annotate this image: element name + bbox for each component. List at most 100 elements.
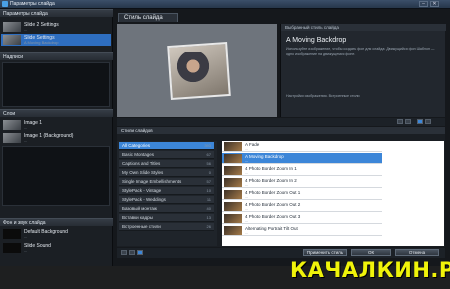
style-thumbnail — [224, 202, 242, 211]
slide-row-selected[interactable]: Slide Settings A Moving Backdrop — [1, 34, 111, 46]
category-label: All Categories — [122, 143, 151, 148]
layer-row[interactable]: Image 1 (Background) ... — [1, 132, 111, 144]
style-thumbnail — [224, 190, 242, 199]
layer-sub: ... — [24, 125, 28, 130]
style-sub: ... — [245, 159, 248, 163]
cancel-button[interactable]: Отмена — [395, 249, 439, 256]
preview-toolbar — [117, 118, 445, 126]
style-row[interactable]: A Fade... — [222, 141, 382, 152]
category-count: 13 — [206, 215, 211, 220]
category-count: 0 — [208, 170, 211, 175]
play-icon[interactable] — [405, 119, 411, 124]
category-list[interactable]: All Categories 393 Basic Montages 67 Caption… — [117, 141, 217, 246]
style-info-panel: Выбранный стиль слайда A Moving Backdrop… — [280, 24, 446, 117]
stop-icon[interactable] — [137, 250, 143, 255]
category-item[interactable]: All Categories 393 — [119, 142, 214, 150]
audio-title: Slide Sound — [24, 243, 51, 249]
style-title: 4 Photo Border Zoom Out 1 — [245, 190, 301, 195]
category-count: 67 — [206, 152, 211, 157]
category-item[interactable]: My Own Slide Styles 0 — [119, 169, 214, 177]
slide-title: Slide 2 Settings — [24, 22, 59, 28]
style-row[interactable]: 4 Photo Border Zoom In 2... — [222, 177, 382, 188]
style-row[interactable]: 4 Photo Border Zoom Out 2... — [222, 201, 382, 212]
slide-thumbnail — [3, 35, 21, 45]
bottom-bar: Применить стиль ОК Отмена — [117, 248, 445, 258]
layer-thumbnail — [3, 120, 21, 130]
play-icon[interactable] — [129, 250, 135, 255]
apply-style-button[interactable]: Применить стиль — [303, 249, 347, 256]
category-item[interactable]: Встроенные стили 26 — [119, 223, 214, 231]
style-row[interactable]: Alternating Portrait Tilt Out... — [222, 225, 382, 236]
category-label: Встроенные стили — [122, 224, 161, 229]
slide-sub: A Moving Backdrop — [24, 40, 59, 45]
style-title: 4 Photo Border Zoom Out 2 — [245, 202, 301, 207]
category-label: StylePack - Vintage — [122, 188, 162, 193]
style-title: A Moving Backdrop — [245, 154, 284, 159]
audio-row[interactable]: Default Background ... — [1, 228, 111, 240]
category-item[interactable]: StylePack - Weddings 11 — [119, 196, 214, 204]
category-count: 56 — [206, 161, 211, 166]
ok-button[interactable]: ОК — [351, 249, 391, 256]
category-label: Вставки кадры — [122, 215, 153, 220]
watermark: КАЧАЛКИН.РУ — [290, 258, 450, 282]
app-icon — [2, 1, 8, 7]
section-header-slide-params: Параметры слайда — [0, 9, 113, 17]
style-row[interactable]: 4 Photo Border Zoom Out 1... — [222, 189, 382, 200]
style-note: Настройки изображения. Встроенные стили — [286, 94, 360, 98]
section-header-captions: Надписи — [0, 52, 113, 60]
style-thumbnail — [224, 166, 242, 175]
category-label: Single Image Embellishments — [122, 179, 182, 184]
category-item[interactable]: StylePack - Vintage 10 — [119, 187, 214, 195]
style-sub: ... — [245, 171, 248, 175]
style-description: Используйте изображение, чтобы создать ф… — [286, 47, 435, 56]
category-label: Базовый монтаж — [122, 206, 157, 211]
style-title: 4 Photo Border Zoom In 1 — [245, 166, 297, 171]
category-label: StylePack - Weddings — [122, 197, 166, 202]
category-item[interactable]: Вставки кадры 13 — [119, 214, 214, 222]
style-thumbnail — [224, 154, 242, 163]
category-count: 26 — [206, 224, 211, 229]
style-sub: ... — [245, 231, 248, 235]
rewind-icon[interactable] — [121, 250, 127, 255]
view-mode-icon[interactable] — [417, 119, 423, 124]
minimize-button[interactable]: – — [419, 1, 428, 7]
style-row[interactable]: A Moving Backdrop... — [222, 153, 382, 164]
close-button[interactable]: ✕ — [430, 1, 439, 7]
selected-style-name: A Moving Backdrop — [286, 37, 347, 44]
style-thumbnail — [224, 226, 242, 235]
section-header-layers: Слои — [0, 109, 113, 117]
style-row[interactable]: 4 Photo Border Zoom In 1... — [222, 165, 382, 176]
layer-title: Image 1 (Background) — [24, 133, 74, 139]
captions-list[interactable] — [2, 62, 110, 107]
category-count: 57 — [206, 179, 211, 184]
style-sub: ... — [245, 183, 248, 187]
audio-thumbnail — [3, 229, 21, 239]
style-title: 4 Photo Border Zoom Out 3 — [245, 214, 301, 219]
category-item[interactable]: Single Image Embellishments 57 — [119, 178, 214, 186]
audio-thumbnail — [3, 243, 21, 253]
tab-slide-style[interactable]: Стиль слайда — [118, 13, 178, 22]
slide-row[interactable]: Slide 2 Settings ... — [1, 21, 111, 33]
audio-row[interactable]: Slide Sound ... — [1, 242, 111, 254]
view-mode-icon[interactable] — [425, 119, 431, 124]
style-list[interactable]: A Fade... A Moving Backdrop... 4 Photo Bor… — [222, 141, 444, 246]
audio-sub: ... — [24, 234, 28, 239]
layer-thumbnail — [3, 133, 21, 143]
left-panel: Параметры слайда Slide 2 Settings ... Sl… — [0, 9, 113, 266]
window-title: Параметры слайда — [10, 1, 55, 7]
style-sub: ... — [245, 195, 248, 199]
category-item[interactable]: Базовый монтаж 40 — [119, 205, 214, 213]
layer-sub: ... — [24, 138, 28, 143]
title-bar: Параметры слайда – ✕ — [0, 0, 450, 9]
style-thumbnail — [224, 142, 242, 151]
info-header: Выбранный стиль слайда — [281, 24, 446, 31]
layer-row[interactable]: Image 1 ... — [1, 119, 111, 131]
style-row[interactable]: 4 Photo Border Zoom Out 3... — [222, 213, 382, 224]
category-item[interactable]: Captions and Titles 56 — [119, 160, 214, 168]
prev-icon[interactable] — [397, 119, 403, 124]
styles-header: Стили слайдов — [117, 127, 445, 134]
category-count: 393 — [204, 143, 211, 148]
category-count: 11 — [206, 197, 211, 202]
category-item[interactable]: Basic Montages 67 — [119, 151, 214, 159]
category-label: Basic Montages — [122, 152, 155, 157]
